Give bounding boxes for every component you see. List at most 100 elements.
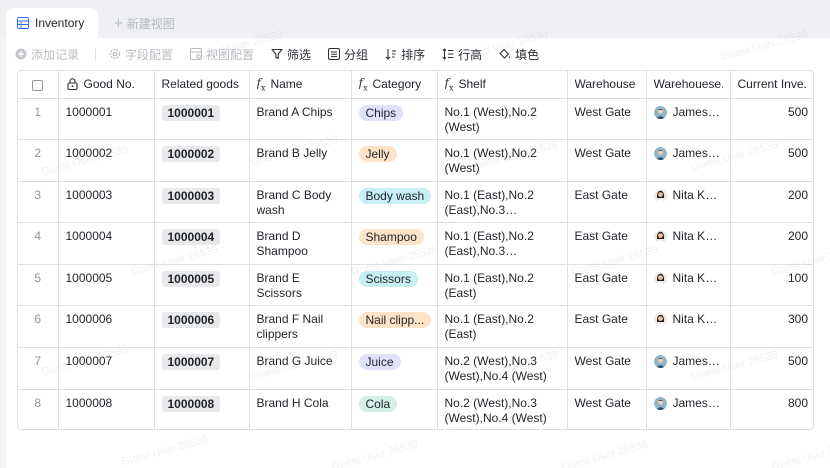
cell-shelf[interactable]: No.1 (East),No.2 (East): [437, 264, 568, 307]
new-view-button[interactable]: + 新建视图: [114, 8, 175, 38]
cell-current-inventory[interactable]: 100: [730, 264, 813, 307]
related-goods-chip[interactable]: 1000008: [161, 395, 221, 412]
cell-good-no[interactable]: 1000008: [58, 389, 155, 429]
view-tab-bar: Inventory + 新建视图: [0, 0, 830, 38]
header-shelf[interactable]: fx Shelf: [437, 71, 568, 99]
cell-current-inventory[interactable]: 500: [730, 347, 813, 390]
row-height-button[interactable]: 行高: [441, 46, 482, 63]
cell-category[interactable]: Cola: [351, 389, 438, 429]
cell-category[interactable]: Nail clipp...: [351, 305, 438, 349]
table-row[interactable]: 7 1000007 1000007 Brand G Juice Juice No.2 (W…: [18, 347, 813, 390]
cell-warehouse[interactable]: West Gate: [567, 98, 647, 141]
related-goods-chip[interactable]: 1000002: [161, 146, 221, 163]
cell-warehouse[interactable]: West Gate: [567, 389, 647, 429]
cell-warehouse-keeper[interactable]: James M...: [646, 347, 731, 390]
table-row[interactable]: 5 1000005 1000005 Brand E Scissors Scissors N…: [18, 264, 813, 307]
cell-related-goods[interactable]: 1000004: [154, 222, 250, 265]
cell-shelf[interactable]: No.1 (West),No.2 (West): [437, 98, 568, 141]
cell-warehouse[interactable]: West Gate: [567, 139, 647, 182]
cell-warehouse[interactable]: East Gate: [567, 222, 647, 265]
related-goods-chip[interactable]: 1000004: [161, 229, 221, 246]
related-goods-chip[interactable]: 1000001: [161, 104, 221, 121]
table-row[interactable]: 2 1000002 1000002 Brand B Jelly Jelly No.1 (W…: [18, 139, 813, 182]
cell-current-inventory[interactable]: 500: [730, 139, 813, 182]
cell-name[interactable]: Brand G Juice: [249, 347, 352, 390]
table-row[interactable]: 6 1000006 1000006 Brand F Nail clippers Nail…: [18, 305, 813, 349]
cell-name[interactable]: Brand A Chips: [249, 98, 352, 141]
cell-shelf[interactable]: No.1 (East),No.2 (East): [437, 305, 568, 349]
view-config-button[interactable]: 视图配置: [189, 46, 254, 63]
cell-good-no[interactable]: 1000001: [58, 98, 155, 141]
sort-button[interactable]: 排序: [384, 46, 425, 63]
cell-shelf[interactable]: No.2 (West),No.3 (West),No.4 (West): [437, 389, 568, 429]
cell-related-goods[interactable]: 1000006: [154, 305, 250, 349]
cell-related-goods[interactable]: 1000007: [154, 347, 250, 390]
cell-current-inventory[interactable]: 200: [730, 181, 813, 224]
related-goods-chip[interactable]: 1000006: [161, 312, 221, 329]
header-category[interactable]: fx Category: [351, 71, 438, 99]
cell-related-goods[interactable]: 1000002: [154, 139, 250, 182]
cell-shelf[interactable]: No.2 (West),No.3 (West),No.4 (West): [437, 347, 568, 390]
header-name[interactable]: fx Name: [249, 71, 352, 99]
cell-category[interactable]: Body wash: [351, 181, 438, 224]
add-record-button[interactable]: 添加记录: [14, 46, 79, 63]
cell-shelf[interactable]: No.1 (East),No.2 (East),No.3 (East),No..…: [437, 181, 568, 224]
field-config-button[interactable]: 字段配置: [108, 46, 173, 63]
cell-warehouse[interactable]: East Gate: [567, 305, 647, 349]
cell-warehouse-keeper[interactable]: Nita Khatri: [646, 222, 731, 265]
related-goods-chip[interactable]: 1000005: [161, 270, 221, 287]
cell-related-goods[interactable]: 1000005: [154, 264, 250, 307]
select-all-checkbox[interactable]: [32, 79, 44, 91]
fill-color-button[interactable]: 填色: [498, 46, 539, 63]
header-warehouse-keeper[interactable]: Warehouese...: [646, 71, 731, 99]
cell-good-no[interactable]: 1000005: [58, 264, 155, 307]
cell-warehouse[interactable]: West Gate: [567, 347, 647, 390]
cell-current-inventory[interactable]: 500: [730, 98, 813, 141]
cell-name[interactable]: Brand H Cola: [249, 389, 352, 429]
cell-category[interactable]: Scissors: [351, 264, 438, 307]
cell-current-inventory[interactable]: 200: [730, 222, 813, 265]
cell-warehouse[interactable]: East Gate: [567, 181, 647, 224]
cell-warehouse-keeper[interactable]: Nita Khatri: [646, 181, 731, 224]
cell-good-no[interactable]: 1000003: [58, 181, 155, 224]
cell-warehouse-keeper[interactable]: Nita Khatri: [646, 264, 731, 307]
cell-name[interactable]: Brand D Shampoo: [249, 222, 352, 265]
table-row[interactable]: 8 1000008 1000008 Brand H Cola Cola No.2 (Wes…: [18, 389, 813, 429]
header-related-goods[interactable]: Related goods: [154, 71, 250, 99]
filter-button[interactable]: 筛选: [270, 46, 311, 63]
cell-good-no[interactable]: 1000006: [58, 305, 155, 349]
cell-current-inventory[interactable]: 800: [730, 389, 813, 429]
cell-shelf[interactable]: No.1 (East),No.2 (East),No.3 (East),No..…: [437, 222, 568, 265]
cell-good-no[interactable]: 1000004: [58, 222, 155, 265]
header-warehouse[interactable]: Warehouse: [567, 71, 647, 99]
table-row[interactable]: 4 1000004 1000004 Brand D Shampoo Shampoo No.…: [18, 222, 813, 265]
header-current-inventory[interactable]: Current Inve...: [730, 71, 813, 99]
related-goods-chip[interactable]: 1000007: [161, 354, 221, 371]
cell-good-no[interactable]: 1000002: [58, 139, 155, 182]
cell-category[interactable]: Chips: [351, 98, 438, 141]
table-row[interactable]: 1 1000001 1000001 Brand A Chips Chips No.1 (W…: [18, 98, 813, 141]
header-good-no[interactable]: Good No.: [58, 71, 155, 99]
cell-category[interactable]: Jelly: [351, 139, 438, 182]
cell-category[interactable]: Shampoo: [351, 222, 438, 265]
cell-shelf[interactable]: No.1 (West),No.2 (West): [437, 139, 568, 182]
cell-related-goods[interactable]: 1000008: [154, 389, 250, 429]
cell-related-goods[interactable]: 1000003: [154, 181, 250, 224]
cell-name[interactable]: Brand B Jelly: [249, 139, 352, 182]
cell-warehouse[interactable]: East Gate: [567, 264, 647, 307]
related-goods-chip[interactable]: 1000003: [161, 187, 221, 204]
cell-good-no[interactable]: 1000007: [58, 347, 155, 390]
table-row[interactable]: 3 1000003 1000003 Brand C Body wash Body was…: [18, 181, 813, 224]
cell-name[interactable]: Brand F Nail clippers: [249, 305, 352, 349]
cell-warehouse-keeper[interactable]: James M...: [646, 98, 731, 141]
group-button[interactable]: 分组: [327, 46, 368, 63]
cell-warehouse-keeper[interactable]: James M...: [646, 139, 731, 182]
tab-inventory[interactable]: Inventory: [6, 8, 98, 38]
cell-related-goods[interactable]: 1000001: [154, 98, 250, 141]
cell-current-inventory[interactable]: 300: [730, 305, 813, 349]
cell-category[interactable]: Juice: [351, 347, 438, 390]
cell-warehouse-keeper[interactable]: Nita Khatri: [646, 305, 731, 349]
cell-name[interactable]: Brand C Body wash: [249, 181, 352, 224]
cell-name[interactable]: Brand E Scissors: [249, 264, 352, 307]
cell-warehouse-keeper[interactable]: James M...: [646, 389, 731, 429]
